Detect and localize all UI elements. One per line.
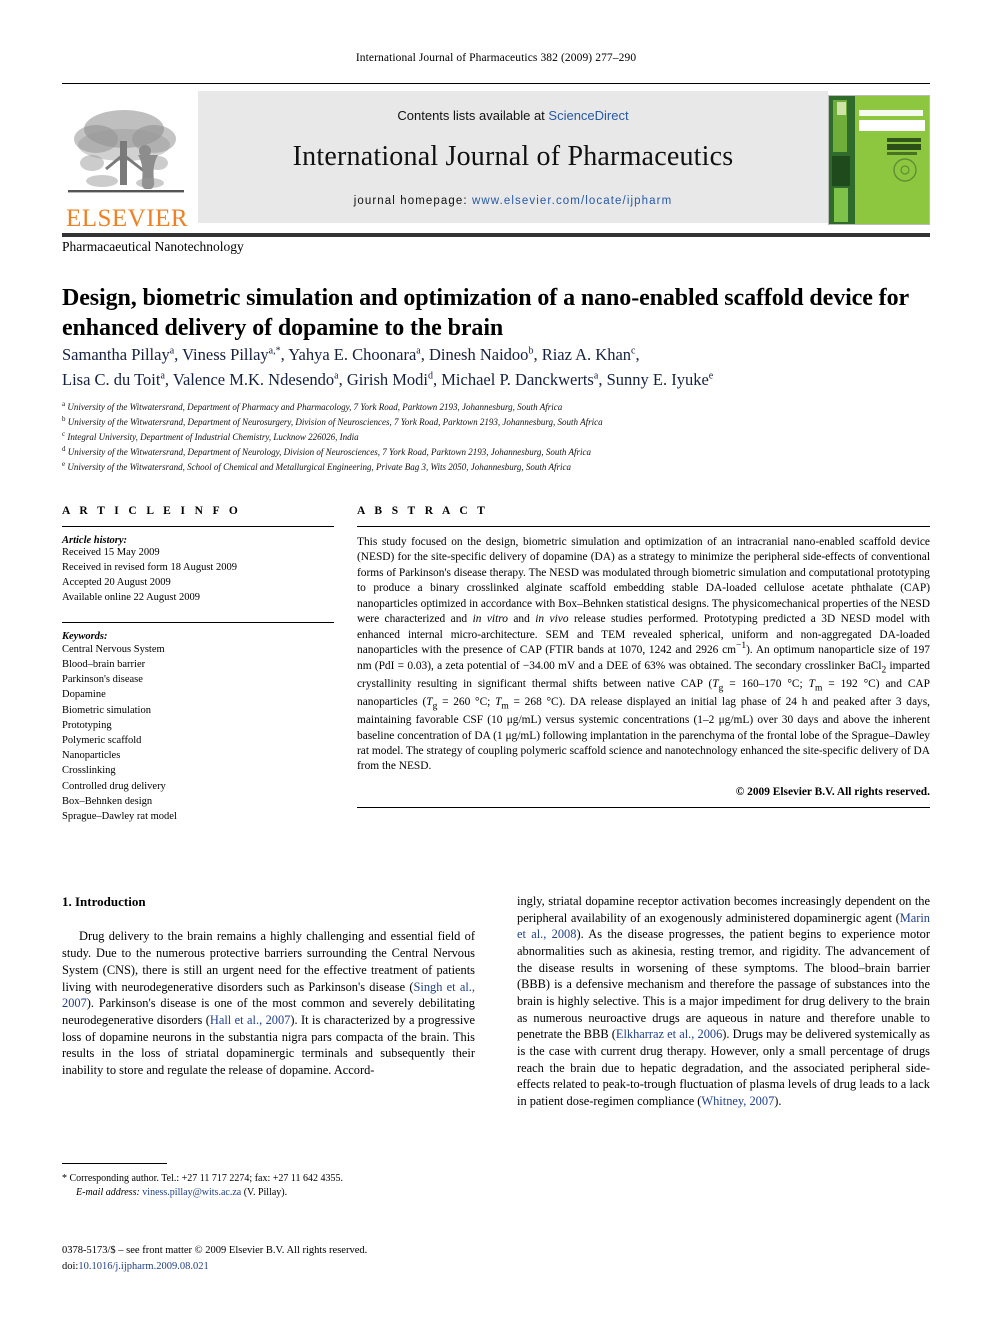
affiliation-d: d University of the Witwatersrand, Depar… xyxy=(62,445,591,458)
homepage-url-link[interactable]: www.elsevier.com/locate/ijpharm xyxy=(472,195,672,207)
abstract-copyright: © 2009 Elsevier B.V. All rights reserved… xyxy=(735,785,930,798)
contents-available-line: Contents lists available at ScienceDirec… xyxy=(198,91,828,123)
journal-homepage-line: journal homepage: www.elsevier.com/locat… xyxy=(198,195,828,207)
affiliation-c: c Integral University, Department of Ind… xyxy=(62,430,359,443)
keyword-item: Crosslinking xyxy=(62,765,116,777)
journal-article-page: International Journal of Pharmaceutics 3… xyxy=(0,0,992,1323)
journal-masthead: ELSEVIER Contents lists available at Sci… xyxy=(62,83,930,237)
keyword-item: Box–Behnken design xyxy=(62,795,153,807)
elsevier-logo: ELSEVIER xyxy=(62,95,192,231)
article-info-rule xyxy=(62,526,334,527)
keywords-label: Keywords: xyxy=(62,630,108,642)
article-info-heading: A R T I C L E I N F O xyxy=(62,505,242,517)
author-line-1: Samantha Pillaya, Viness Pillaya,*, Yahy… xyxy=(62,345,640,364)
citation-link[interactable]: Whitney, 2007 xyxy=(701,1094,774,1108)
journal-cover-thumbnail xyxy=(828,95,930,225)
citation-link[interactable]: Hall et al., 2007 xyxy=(210,1013,290,1027)
keyword-item: Central Nervous System xyxy=(62,643,165,655)
affiliation-list: a University of the Witwatersrand, Depar… xyxy=(62,400,930,476)
issn-front-matter: 0378-5173/$ – see front matter © 2009 El… xyxy=(62,1245,368,1256)
masthead-top-rule xyxy=(62,83,930,84)
keyword-item: Polymeric scaffold xyxy=(62,734,142,746)
article-history-label: Article history: xyxy=(62,535,128,546)
keyword-item: Nanoparticles xyxy=(62,750,121,762)
corresponding-author-footnote: * Corresponding author. Tel.: +27 11 717… xyxy=(62,1172,475,1200)
article-history-item: Received in revised form 18 August 2009 xyxy=(62,561,237,573)
article-history-item: Received 15 May 2009 xyxy=(62,547,160,558)
author-line-2: Lisa C. du Toita, Valence M.K. Ndesendoa… xyxy=(62,369,714,389)
page-title: Design, biometric simulation and optimiz… xyxy=(62,285,909,342)
running-head: International Journal of Pharmaceutics 3… xyxy=(355,52,637,64)
article-history-item: Accepted 20 August 2009 xyxy=(62,576,171,588)
masthead-bottom-rule xyxy=(62,233,930,237)
keywords-rule xyxy=(62,621,334,623)
email-label: E-mail address: xyxy=(76,1187,140,1198)
keyword-item: Controlled drug delivery xyxy=(62,780,166,792)
doi-label: doi: xyxy=(62,1260,79,1272)
sciencedirect-link[interactable]: ScienceDirect xyxy=(548,108,628,123)
email-link[interactable]: viness.pillay@wits.ac.za xyxy=(142,1187,241,1198)
author-list: Samantha Pillaya, Viness Pillaya,*, Yahy… xyxy=(62,343,930,393)
body-column-left: 1. Introduction Drug delivery to the bra… xyxy=(62,893,475,1079)
citation-link[interactable]: Marin et al., 2008 xyxy=(517,911,930,942)
intro-paragraph-right: ingly, striatal dopamine receptor activa… xyxy=(517,894,931,1109)
citation-link[interactable]: Elkharraz et al., 2006 xyxy=(616,1027,722,1041)
masthead-center-band: Contents lists available at ScienceDirec… xyxy=(198,91,828,223)
email-address-line: E-mail address: viness.pillay@wits.ac.za… xyxy=(62,1186,475,1200)
homepage-label: journal homepage: xyxy=(353,195,468,207)
keyword-item: Biometric simulation xyxy=(62,704,151,716)
abstract-body: This study focused on the design, biomet… xyxy=(357,536,930,773)
keyword-item: Sprague–Dawley rat model xyxy=(62,811,177,823)
introduction-heading: 1. Introduction xyxy=(62,894,146,909)
imprint-block: 0378-5173/$ – see front matter © 2009 El… xyxy=(62,1243,492,1275)
keywords-list: Central Nervous System Blood–brain barrie… xyxy=(62,642,334,825)
keyword-item: Blood–brain barrier xyxy=(62,658,146,670)
abstract-heading: A B S T R A C T xyxy=(357,505,489,517)
doi-line: doi:10.1016/j.ijpharm.2009.08.021 xyxy=(62,1259,492,1275)
article-history-item: Available online 22 August 2009 xyxy=(62,591,201,603)
body-column-right: ingly, striatal dopamine receptor activa… xyxy=(517,893,930,1110)
keyword-item: Prototyping xyxy=(62,719,112,731)
keyword-item: Dopamine xyxy=(62,689,106,701)
article-history-list: Received 15 May 2009 Received in revised … xyxy=(62,546,334,606)
intro-paragraph-left: Drug delivery to the brain remains a hig… xyxy=(62,929,475,1077)
citation-link[interactable]: Singh et al., 2007 xyxy=(62,980,475,1011)
keyword-item: Parkinson's disease xyxy=(62,674,143,686)
journal-section-label: Pharmacaeutical Nanotechnology xyxy=(62,239,244,254)
corresponding-author-line: * Corresponding author. Tel.: +27 11 717… xyxy=(62,1173,344,1184)
affiliation-b: b University of the Witwatersrand, Depar… xyxy=(62,415,603,428)
affiliation-a: a University of the Witwatersrand, Depar… xyxy=(62,400,563,413)
abstract-column: A B S T R A C T This study focused on th… xyxy=(357,505,930,808)
abstract-bottom-rule xyxy=(357,806,930,808)
elsevier-wordmark: ELSEVIER xyxy=(65,205,189,232)
contents-prefix-text: Contents lists available at xyxy=(397,108,549,123)
abstract-rule xyxy=(357,526,930,527)
footnote-separator-rule xyxy=(62,1163,167,1164)
affiliation-e: e University of the Witwatersrand, Schoo… xyxy=(62,460,571,473)
email-owner: (V. Pillay). xyxy=(243,1187,288,1198)
article-info-column: A R T I C L E I N F O Article history: R… xyxy=(62,505,334,824)
doi-link[interactable]: 10.1016/j.ijpharm.2009.08.021 xyxy=(78,1261,208,1272)
journal-title: International Journal of Pharmaceutics xyxy=(292,141,734,172)
